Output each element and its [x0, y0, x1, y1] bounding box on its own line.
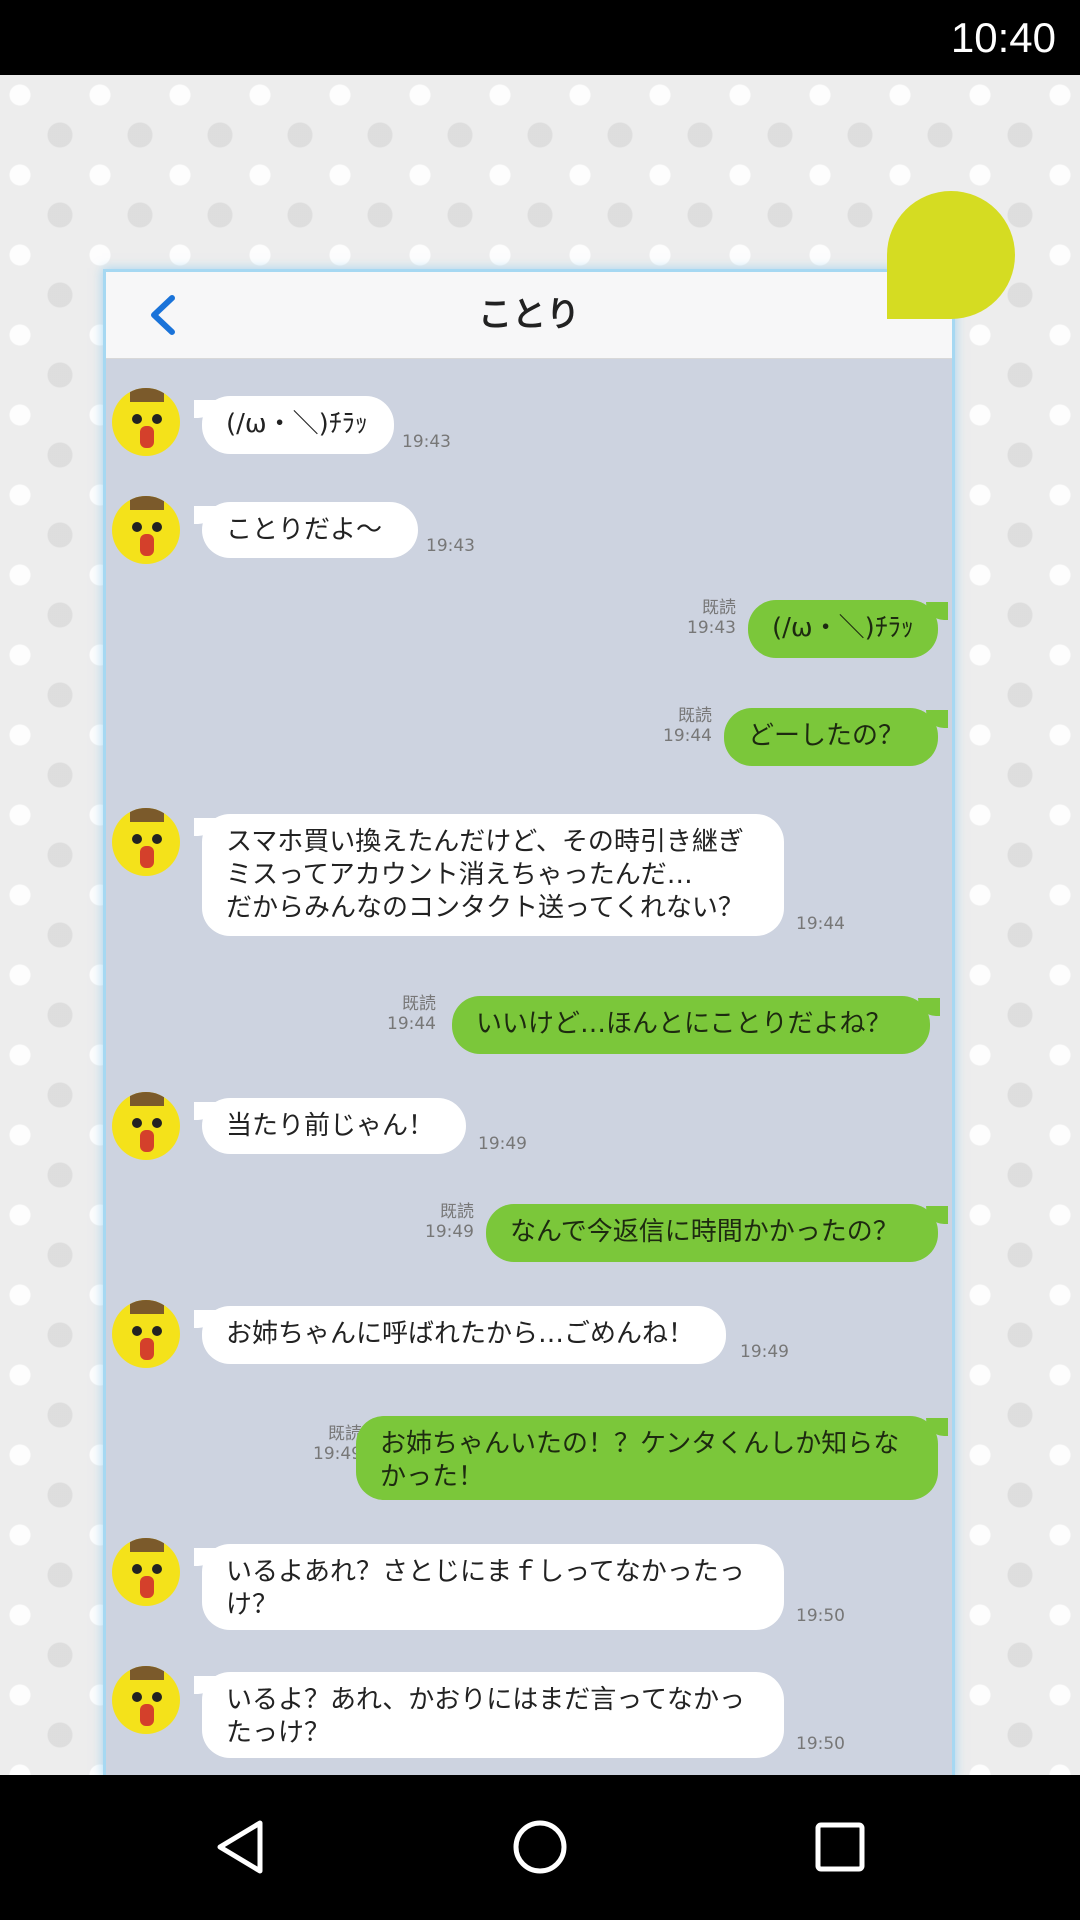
- message-bubble-incoming: お姉ちゃんに呼ばれたから…ごめんね！: [194, 1306, 726, 1364]
- message-list: (/ω・＼)ﾁﾗｯ 19:43 ことりだよ〜 19:43 既読 19:43 (/…: [106, 358, 952, 1775]
- message-time: 19:50: [796, 1606, 845, 1626]
- avatar[interactable]: [112, 1092, 180, 1160]
- read-receipt: 既読: [702, 598, 736, 618]
- message-meta: 既読 19:43: [666, 598, 736, 638]
- message-time: 19:43: [426, 536, 475, 556]
- message-time: 19:43: [687, 618, 736, 638]
- home-circle-icon[interactable]: [510, 1817, 570, 1877]
- avatar[interactable]: [112, 1300, 180, 1368]
- message-time: 19:49: [740, 1342, 789, 1362]
- avatar[interactable]: [112, 496, 180, 564]
- read-receipt: 既読: [402, 994, 436, 1014]
- chat-screenshot: ことり (/ω・＼)ﾁﾗｯ 19:43 ことりだよ〜 19:43 既読 19:4…: [106, 272, 952, 1775]
- message-time: 19:44: [796, 914, 845, 934]
- read-receipt: 既読: [328, 1424, 362, 1444]
- recents-square-icon[interactable]: [810, 1817, 870, 1877]
- message-bubble-outgoing: なんで今返信に時間かかったの？: [486, 1204, 948, 1262]
- avatar[interactable]: [112, 1538, 180, 1606]
- avatar[interactable]: [112, 808, 180, 876]
- message-time: 19:43: [402, 432, 451, 452]
- avatar[interactable]: [112, 388, 180, 456]
- message-bubble-outgoing: いいけど…ほんとにことりだよね？: [452, 996, 940, 1054]
- message-time: 19:49: [425, 1222, 474, 1242]
- message-meta: 既読 19:44: [366, 994, 436, 1034]
- status-bar: 10:40: [0, 0, 1080, 75]
- chat-header: ことり: [106, 272, 952, 359]
- message-time: 19:44: [387, 1014, 436, 1034]
- message-bubble-incoming: いるよあれ？さとじにまｆしってなかったっ け？: [194, 1544, 784, 1630]
- speech-bubble-icon: [887, 191, 1015, 319]
- message-time: 19:44: [663, 726, 712, 746]
- message-bubble-outgoing: (/ω・＼)ﾁﾗｯ: [748, 600, 948, 658]
- message-bubble-incoming: 当たり前じゃん！: [194, 1098, 466, 1154]
- back-triangle-icon[interactable]: [210, 1817, 270, 1877]
- message-meta: 既読 19:44: [642, 706, 712, 746]
- chat-title: ことり: [478, 295, 580, 335]
- read-receipt: 既読: [678, 706, 712, 726]
- message-bubble-incoming: ことりだよ〜: [194, 502, 418, 558]
- message-bubble-incoming: いるよ？あれ、かおりにはまだ言ってなかっ たっけ？: [194, 1672, 784, 1758]
- message-bubble-outgoing: どーしたの？: [724, 708, 948, 766]
- status-time: 10:40: [950, 14, 1056, 61]
- message-meta: 既読 19:49: [292, 1424, 362, 1464]
- message-bubble-incoming: スマホ買い換えたんだけど、その時引き継ぎ ミスってアカウント消えちゃったんだ… …: [194, 814, 784, 936]
- message-time: 19:50: [796, 1734, 845, 1754]
- read-receipt: 既読: [440, 1202, 474, 1222]
- message-bubble-outgoing: お姉ちゃんいたの！？ケンタくんしか知らな かった！: [356, 1416, 948, 1500]
- message-meta: 既読 19:49: [404, 1202, 474, 1242]
- message-bubble-incoming: (/ω・＼)ﾁﾗｯ: [194, 396, 394, 454]
- message-time: 19:49: [313, 1444, 362, 1464]
- avatar[interactable]: [112, 1666, 180, 1734]
- navigation-bar: [0, 1775, 1080, 1920]
- message-time: 19:49: [478, 1134, 527, 1154]
